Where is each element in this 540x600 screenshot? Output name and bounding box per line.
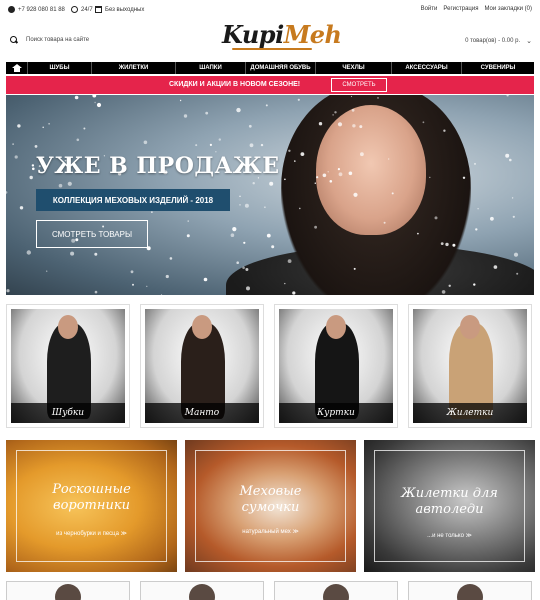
tile-subtitle[interactable]: ...и не только ≫	[364, 532, 535, 539]
logo[interactable]: KupiMeh	[222, 20, 342, 50]
promo-button[interactable]: СМОТРЕТЬ	[331, 78, 387, 92]
cart-text[interactable]: 0 товар(ов) - 0.00 р.	[465, 38, 520, 44]
product-card[interactable]	[408, 581, 532, 600]
product-card[interactable]	[140, 581, 264, 600]
bookmarks-link[interactable]: Мои закладки (0)	[484, 6, 532, 12]
top-bar: +7 928 080 81 88 24/7 Без выходных Войти…	[0, 0, 540, 20]
nav-item-coats[interactable]: ШУБЫ	[28, 62, 92, 74]
clock-icon	[71, 6, 78, 13]
hero-slider[interactable]: УЖЕ В ПРОДАЖЕ КОЛЛЕКЦИЯ МЕХОВЫХ ИЗДЕЛИЙ …	[6, 95, 534, 295]
model-head	[58, 315, 78, 339]
category-label[interactable]: Манто	[145, 403, 259, 423]
tile-car-vests[interactable]: Жилетки для автоледи ...и не только ≫	[364, 440, 535, 572]
nav-item-covers[interactable]: ЧЕХЛЫ	[316, 62, 392, 74]
promo-banner: СКИДКИ И АКЦИИ В НОВОМ СЕЗОНЕ! СМОТРЕТЬ	[6, 76, 534, 94]
logo-underline	[232, 48, 312, 50]
hero-view-button[interactable]: СМОТРЕТЬ ТОВАРЫ	[36, 220, 148, 248]
hours-text: 24/7	[81, 6, 93, 13]
product-image[interactable]	[457, 584, 483, 600]
main-nav: ШУБЫ ЖИЛЕТКИ ШАПКИ ДОМАШНЯЯ ОБУВЬ ЧЕХЛЫ …	[6, 62, 534, 74]
nav-item-accessories[interactable]: АКСЕССУАРЫ	[392, 62, 462, 74]
phone-info[interactable]: +7 928 080 81 88	[8, 6, 65, 13]
model-head	[460, 315, 480, 339]
phone-number[interactable]: +7 928 080 81 88	[18, 7, 65, 13]
tile-title-line1: Жилетки для	[401, 486, 498, 501]
nav-item-slippers[interactable]: ДОМАШНЯЯ ОБУВЬ	[246, 62, 316, 74]
tile-subtitle[interactable]: из чернобурки и песца ≫	[6, 530, 177, 537]
category-card-coats[interactable]: Шубки	[6, 304, 130, 428]
account-links: Войти Регистрация Мои закладки (0)	[421, 6, 532, 12]
category-card-manto[interactable]: Манто	[140, 304, 264, 428]
days-info: Без выходных	[95, 6, 144, 13]
home-icon	[11, 64, 22, 72]
login-link[interactable]: Войти	[421, 6, 438, 12]
calendar-icon	[95, 6, 102, 13]
promo-text: СКИДКИ И АКЦИИ В НОВОМ СЕЗОНЕ!	[169, 81, 301, 88]
product-card[interactable]	[6, 581, 130, 600]
home-button[interactable]	[6, 62, 28, 74]
hours-info: 24/7	[71, 6, 93, 13]
category-card-jackets[interactable]: Куртки	[274, 304, 398, 428]
logo-part-2: Meh	[283, 20, 342, 49]
nav-item-souvenirs[interactable]: СУВЕНИРЫ	[462, 62, 534, 74]
tile-title-line1: Роскошные	[52, 482, 131, 497]
tile-title-line2: сумочки	[241, 500, 300, 515]
model-head	[192, 315, 212, 339]
tile-bags[interactable]: Меховые сумочки натуральный мех ≫	[185, 440, 356, 572]
product-card[interactable]	[274, 581, 398, 600]
category-image[interactable]: Манто	[145, 309, 259, 423]
hero-subtitle: КОЛЛЕКЦИЯ МЕХОВЫХ ИЗДЕЛИЙ - 2018	[36, 189, 230, 211]
tile-collars[interactable]: Роскошные воротники из чернобурки и песц…	[6, 440, 177, 572]
category-image[interactable]: Жилетки	[413, 309, 527, 423]
search-bar[interactable]: Поиск товара на сайте	[10, 36, 89, 44]
search-input[interactable]: Поиск товара на сайте	[26, 37, 89, 43]
category-image[interactable]: Куртки	[279, 309, 393, 423]
category-label[interactable]: Куртки	[279, 403, 393, 423]
phone-icon	[8, 6, 15, 13]
logo-part-1: Kupi	[222, 20, 284, 49]
category-label[interactable]: Шубки	[11, 403, 125, 423]
category-label[interactable]: Жилетки	[413, 403, 527, 423]
product-image[interactable]	[323, 584, 349, 600]
nav-item-vests[interactable]: ЖИЛЕТКИ	[92, 62, 176, 74]
register-link[interactable]: Регистрация	[443, 6, 478, 12]
cart-summary[interactable]: 0 товар(ов) - 0.00 р. ⌄	[465, 37, 532, 45]
product-image[interactable]	[55, 584, 81, 600]
chevron-down-icon[interactable]: ⌄	[526, 37, 532, 45]
tile-title-line2: воротники	[53, 498, 130, 513]
tile-subtitle[interactable]: натуральный мех ≫	[185, 528, 356, 535]
search-icon[interactable]	[10, 36, 18, 44]
product-image[interactable]	[189, 584, 215, 600]
tile-title-line1: Меховые	[239, 484, 302, 499]
category-image[interactable]: Шубки	[11, 309, 125, 423]
tile-title-line2: автоледи	[415, 502, 484, 517]
hero-title: УЖЕ В ПРОДАЖЕ	[36, 153, 280, 179]
model-head	[326, 315, 346, 339]
nav-item-hats[interactable]: ШАПКИ	[176, 62, 246, 74]
days-text: Без выходных	[105, 6, 145, 13]
category-card-vests[interactable]: Жилетки	[408, 304, 532, 428]
